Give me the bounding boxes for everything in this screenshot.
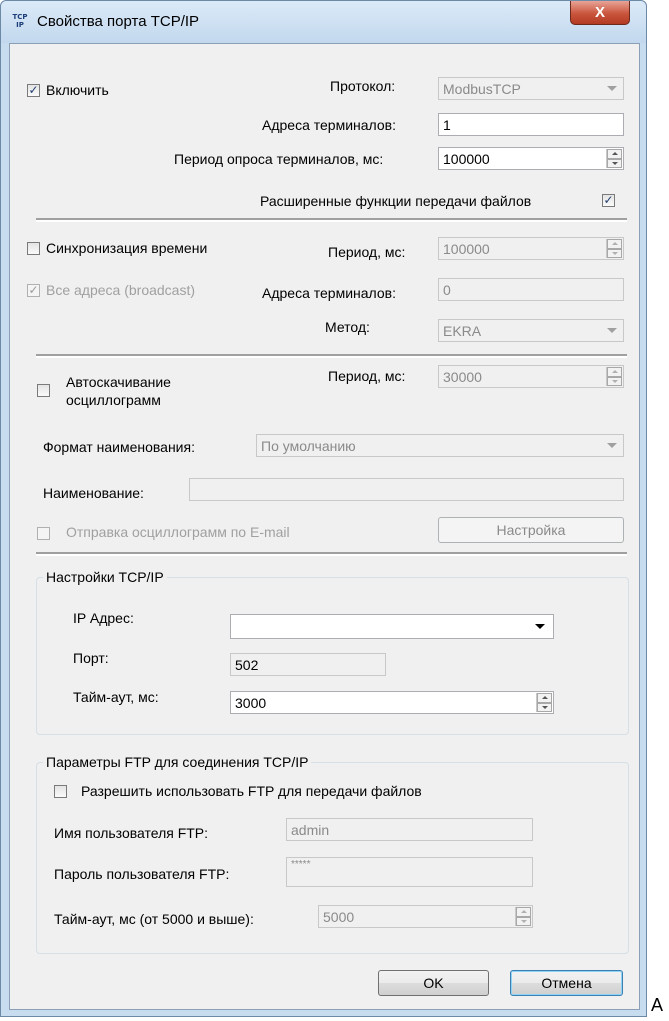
sync-terminal-addresses-input[interactable]: 0	[438, 278, 624, 301]
name-label: Наименование:	[43, 485, 144, 501]
separator-2	[36, 354, 627, 358]
chevron-down-icon	[607, 86, 617, 91]
separator-1	[36, 218, 627, 222]
spin-down-icon[interactable]	[516, 916, 531, 926]
ftp-user-label: Имя пользователя FTP:	[54, 825, 209, 841]
ftp-user-input[interactable]: admin	[286, 818, 533, 841]
protocol-combobox[interactable]: ModbusTCP	[438, 77, 624, 100]
spin-up-icon[interactable]	[516, 907, 531, 917]
cancel-button[interactable]: Отмена	[510, 970, 623, 996]
naming-format-combobox[interactable]: По умолчанию	[256, 434, 624, 457]
naming-format-value: По умолчанию	[261, 438, 356, 454]
timeout-spinner[interactable]	[536, 693, 552, 712]
ftp-password-label: Пароль пользователя FTP:	[54, 866, 230, 882]
separator-3	[36, 552, 627, 556]
autodownload-label-line1: Автоскачивание	[66, 374, 171, 390]
email-label: Отправка осциллограмм по E-mail	[66, 524, 290, 540]
method-value: EKRA	[443, 323, 482, 339]
spin-up-icon[interactable]	[537, 693, 552, 703]
poll-period-value: 100000	[443, 151, 490, 167]
timeout-input[interactable]: 3000	[230, 691, 554, 714]
outside-text: A	[651, 995, 664, 1015]
spin-down-icon[interactable]	[607, 376, 622, 386]
timeout-value: 3000	[235, 695, 267, 711]
chevron-down-icon[interactable]	[535, 624, 545, 629]
ftp-allow-checkbox[interactable]	[54, 785, 67, 798]
chevron-down-icon	[607, 443, 617, 448]
timeout-label: Тайм-аут, мс:	[73, 689, 159, 705]
extended-ft-checkbox[interactable]: ✓	[602, 194, 615, 207]
title-bar[interactable]: TCP IP Свойства порта TCP/IP X	[1, 1, 646, 43]
spin-down-icon[interactable]	[537, 702, 552, 712]
tcp-ip-app-icon: TCP IP	[12, 13, 28, 29]
port-input[interactable]: 502	[230, 653, 386, 676]
protocol-value: ModbusTCP	[443, 81, 521, 97]
ftp-timeout-input[interactable]: 5000	[318, 905, 533, 928]
ftp-timeout-spinner[interactable]	[515, 907, 531, 926]
ip-address-label: IP Адрес:	[73, 610, 134, 626]
ip-address-combobox[interactable]	[230, 614, 554, 639]
poll-period-label: Период опроса терминалов, мс:	[174, 151, 384, 167]
autodownload-label-line2: осциллограмм	[66, 392, 161, 408]
broadcast-label: Все адреса (broadcast)	[46, 282, 196, 298]
ftp-allow-label: Разрешить использовать FTP для передачи …	[81, 783, 422, 799]
protocol-label: Протокол:	[330, 78, 396, 94]
naming-format-label: Формат наименования:	[43, 439, 195, 455]
enable-checkbox[interactable]: ✓	[27, 84, 40, 97]
autodownload-period-value: 30000	[443, 369, 482, 385]
ok-button[interactable]: OK	[378, 970, 489, 996]
email-checkbox[interactable]	[37, 527, 50, 540]
autodownload-period-input[interactable]: 30000	[438, 365, 624, 388]
time-sync-checkbox[interactable]	[27, 242, 40, 255]
method-label: Метод:	[325, 319, 370, 335]
sync-period-spinner[interactable]	[606, 239, 622, 258]
window-title: Свойства порта TCP/IP	[37, 13, 200, 30]
ftp-timeout-label: Тайм-аут, мс (от 5000 и выше):	[54, 911, 254, 927]
spin-up-icon[interactable]	[607, 239, 622, 249]
time-sync-label: Синхронизация времени	[46, 240, 208, 256]
chevron-down-icon	[607, 328, 617, 333]
sync-period-input[interactable]: 100000	[438, 237, 624, 260]
email-settings-button[interactable]: Настройка	[438, 517, 624, 543]
autodownload-period-spinner[interactable]	[606, 367, 622, 386]
ftp-password-input[interactable]: *****	[286, 857, 533, 887]
dialog-client-area: ✓ Включить Протокол: ModbusTCP Адреса те…	[9, 43, 640, 1010]
sync-period-value: 100000	[443, 241, 490, 257]
extended-ft-label: Расширенные функции передачи файлов	[260, 193, 532, 209]
autodownload-period-label: Период, мс:	[328, 368, 406, 384]
method-combobox[interactable]: EKRA	[438, 319, 624, 342]
sync-period-label: Период, мс:	[328, 244, 406, 260]
spin-up-icon[interactable]	[607, 367, 622, 377]
broadcast-checkbox[interactable]: ✓	[27, 284, 40, 297]
poll-period-spinner[interactable]	[606, 149, 622, 168]
properties-dialog: TCP IP Свойства порта TCP/IP X ✓ Включит…	[0, 0, 647, 1017]
ftp-group-title: Параметры FTP для соединения TCP/IP	[43, 753, 312, 771]
terminal-addresses-label: Адреса терминалов:	[262, 117, 396, 133]
spin-down-icon[interactable]	[607, 158, 622, 168]
sync-terminal-addresses-label: Адреса терминалов:	[262, 285, 396, 301]
spin-down-icon[interactable]	[607, 248, 622, 258]
name-input[interactable]	[189, 478, 624, 501]
ftp-timeout-value: 5000	[323, 909, 355, 925]
terminal-addresses-input[interactable]: 1	[438, 113, 624, 136]
close-button[interactable]: X	[570, 1, 630, 25]
port-label: Порт:	[73, 650, 109, 666]
poll-period-input[interactable]: 100000	[438, 147, 624, 170]
spin-up-icon[interactable]	[607, 149, 622, 159]
tcp-group-title: Настройки TCP/IP	[43, 568, 167, 586]
enable-label: Включить	[46, 82, 109, 98]
autodownload-checkbox[interactable]	[37, 384, 50, 397]
